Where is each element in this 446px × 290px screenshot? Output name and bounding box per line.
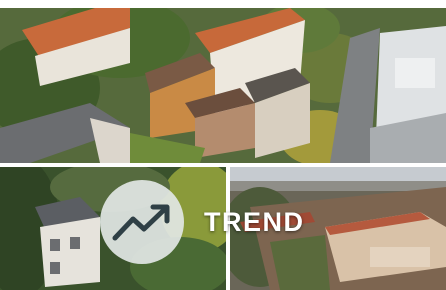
trend-badge xyxy=(100,180,184,264)
trending-up-icon xyxy=(112,204,170,241)
aerial-photo-apartments xyxy=(0,8,446,163)
trend-banner[interactable]: TREND xyxy=(0,0,446,290)
trend-label: TREND xyxy=(204,207,305,237)
